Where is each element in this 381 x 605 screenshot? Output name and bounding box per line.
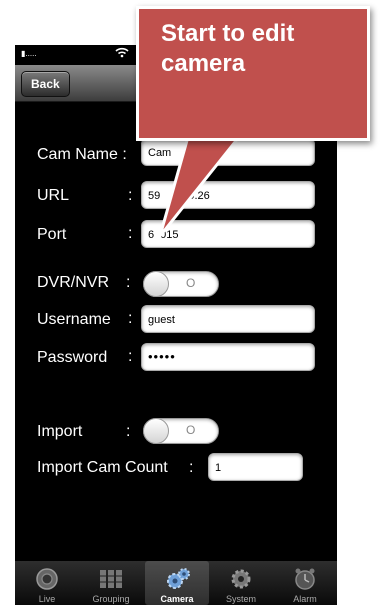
tab-label: Grouping: [92, 594, 130, 604]
port-field[interactable]: 6 015: [141, 220, 315, 248]
import-label: Import: [37, 423, 83, 440]
url-colon: :: [128, 187, 133, 204]
cam-name-label: Cam Name :: [37, 146, 127, 163]
username-field[interactable]: guest: [141, 305, 315, 333]
camera-lens-icon: [35, 567, 59, 591]
port-value-end: 015: [160, 229, 179, 241]
tab-live[interactable]: Live: [15, 561, 79, 605]
cam-name-field[interactable]: Cam: [141, 138, 315, 166]
alarm-clock-icon: [293, 567, 317, 591]
wifi-icon: [115, 46, 129, 61]
port-label: Port: [37, 226, 67, 243]
tab-label: Camera: [160, 594, 194, 604]
tab-label: Live: [38, 594, 56, 604]
import-cam-count-label: Import Cam Count: [37, 459, 168, 476]
tab-alarm[interactable]: Alarm: [273, 561, 337, 605]
toggle-off-label: O: [186, 423, 196, 437]
url-value-prefix: 59: [148, 190, 161, 202]
back-button[interactable]: Back: [21, 71, 70, 97]
callout-text: Start to edit camera: [161, 20, 295, 77]
password-colon: :: [128, 348, 133, 365]
tab-camera[interactable]: Camera: [145, 561, 209, 605]
port-value-start: 6: [148, 229, 155, 241]
toggle-knob: [143, 271, 169, 297]
password-field[interactable]: •••••: [141, 343, 315, 371]
tab-label: Alarm: [293, 594, 317, 604]
dvr-nvr-toggle[interactable]: O: [143, 271, 219, 297]
gear-icon: [229, 567, 253, 591]
import-cam-count-field[interactable]: 1: [208, 453, 303, 481]
gears-icon: [165, 567, 190, 591]
import-toggle[interactable]: O: [143, 418, 219, 444]
callout-box: Start to edit camera: [136, 6, 370, 141]
url-value-suffix: 49.26: [182, 190, 210, 202]
import-cam-count-colon: :: [189, 459, 194, 476]
url-label: URL: [37, 187, 70, 204]
dvr-nvr-colon: :: [126, 274, 131, 291]
import-colon: :: [126, 423, 131, 440]
url-field[interactable]: 59 49.26: [141, 181, 315, 209]
tab-label: System: [225, 594, 256, 604]
tab-grouping[interactable]: Grouping: [79, 561, 143, 605]
grid-icon: [99, 567, 123, 591]
tab-bar: Live Grouping Camera System Alarm: [15, 561, 337, 605]
username-label: Username: [37, 311, 111, 328]
password-label: Password: [37, 349, 108, 366]
port-colon: :: [128, 225, 133, 242]
tab-system[interactable]: System: [209, 561, 273, 605]
username-colon: :: [128, 310, 133, 327]
toggle-knob: [143, 418, 169, 444]
toggle-off-label: O: [186, 276, 196, 290]
dvr-nvr-label: DVR/NVR: [37, 274, 110, 291]
signal-icon: ▮.....: [21, 49, 37, 58]
